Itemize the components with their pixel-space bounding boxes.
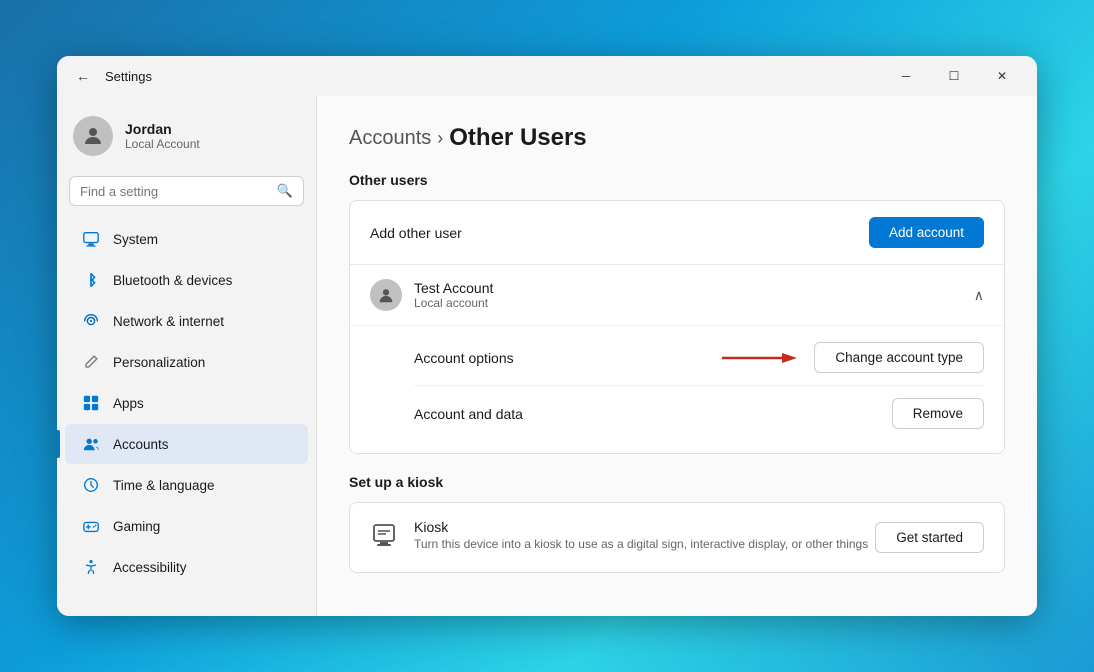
network-icon bbox=[81, 311, 101, 331]
kiosk-card: Kiosk Turn this device into a kiosk to u… bbox=[349, 502, 1005, 573]
sidebar-item-time[interactable]: Time & language bbox=[65, 465, 308, 505]
sidebar-item-apps[interactable]: Apps bbox=[65, 383, 308, 423]
sidebar-item-label-personalization: Personalization bbox=[113, 355, 205, 370]
user-account-type: Local Account bbox=[125, 137, 200, 151]
window-title: Settings bbox=[105, 69, 152, 84]
sidebar-item-system[interactable]: System bbox=[65, 219, 308, 259]
sidebar-item-accounts[interactable]: Accounts bbox=[65, 424, 308, 464]
sidebar-item-personalization[interactable]: Personalization bbox=[65, 342, 308, 382]
kiosk-text: Kiosk Turn this device into a kiosk to u… bbox=[414, 519, 868, 551]
sidebar-item-label-apps: Apps bbox=[113, 396, 144, 411]
breadcrumb-accounts[interactable]: Accounts bbox=[349, 127, 431, 150]
title-bar: ← Settings ─ ☐ ✕ bbox=[57, 56, 1037, 96]
user-name: Jordan bbox=[125, 121, 200, 137]
account-name: Test Account bbox=[414, 280, 493, 296]
add-user-label: Add other user bbox=[370, 225, 462, 241]
kiosk-section: Set up a kiosk Kiosk Turn this device in… bbox=[349, 474, 1005, 573]
test-account-row: Test Account Local account ∧ Account opt… bbox=[350, 264, 1004, 453]
sidebar-item-label-gaming: Gaming bbox=[113, 519, 160, 534]
sidebar-item-label-system: System bbox=[113, 232, 158, 247]
sidebar-item-label-network: Network & internet bbox=[113, 314, 224, 329]
gaming-icon bbox=[81, 516, 101, 536]
sidebar-item-label-accounts: Accounts bbox=[113, 437, 169, 452]
back-button[interactable]: ← bbox=[69, 62, 97, 90]
account-header[interactable]: Test Account Local account ∧ bbox=[350, 265, 1004, 325]
bluetooth-icon bbox=[81, 270, 101, 290]
add-user-row: Add other user Add account bbox=[350, 201, 1004, 264]
kiosk-title: Kiosk bbox=[414, 519, 868, 535]
account-data-row: Account and data Remove bbox=[414, 386, 984, 441]
accounts-icon bbox=[81, 434, 101, 454]
user-profile: Jordan Local Account bbox=[57, 104, 316, 172]
maximize-button[interactable]: ☐ bbox=[931, 60, 977, 92]
sidebar-item-network[interactable]: Network & internet bbox=[65, 301, 308, 341]
user-info: Jordan Local Account bbox=[125, 121, 200, 151]
account-data-label: Account and data bbox=[414, 406, 523, 422]
sidebar-item-accessibility[interactable]: Accessibility bbox=[65, 547, 308, 587]
main-content: Accounts › Other Users Other users Add o… bbox=[317, 96, 1037, 616]
remove-button[interactable]: Remove bbox=[892, 398, 984, 429]
sidebar-item-label-bluetooth: Bluetooth & devices bbox=[113, 273, 232, 288]
settings-window: ← Settings ─ ☐ ✕ Jordan Local Account bbox=[57, 56, 1037, 616]
sidebar-item-label-accessibility: Accessibility bbox=[113, 560, 187, 575]
title-bar-controls: ─ ☐ ✕ bbox=[883, 60, 1025, 92]
kiosk-card-inner: Kiosk Turn this device into a kiosk to u… bbox=[350, 503, 1004, 572]
change-account-type-button[interactable]: Change account type bbox=[814, 342, 984, 373]
sidebar-nav: System Bluetooth & devices Network & int… bbox=[57, 218, 316, 588]
add-account-button[interactable]: Add account bbox=[869, 217, 984, 248]
personalization-icon bbox=[81, 352, 101, 372]
search-box: 🔍 bbox=[69, 176, 304, 206]
system-icon bbox=[81, 229, 101, 249]
time-icon bbox=[81, 475, 101, 495]
red-arrow-icon bbox=[722, 348, 802, 368]
kiosk-left: Kiosk Turn this device into a kiosk to u… bbox=[370, 519, 868, 556]
search-icon: 🔍 bbox=[277, 183, 293, 199]
get-started-button[interactable]: Get started bbox=[875, 522, 984, 553]
account-info: Test Account Local account bbox=[414, 280, 493, 310]
kiosk-description: Turn this device into a kiosk to use as … bbox=[414, 537, 868, 551]
account-avatar bbox=[370, 279, 402, 311]
content-area: Jordan Local Account 🔍 System bbox=[57, 96, 1037, 616]
minimize-button[interactable]: ─ bbox=[883, 60, 929, 92]
avatar bbox=[73, 116, 113, 156]
breadcrumb-current: Other Users bbox=[449, 124, 586, 152]
search-input[interactable] bbox=[80, 184, 269, 199]
account-options-label: Account options bbox=[414, 350, 514, 366]
other-users-section-title: Other users bbox=[349, 172, 1005, 188]
breadcrumb: Accounts › Other Users bbox=[349, 124, 1005, 152]
kiosk-icon bbox=[370, 521, 398, 556]
account-details: Account options Change account type bbox=[350, 325, 1004, 453]
arrow-container: Change account type bbox=[722, 342, 984, 373]
sidebar-item-bluetooth[interactable]: Bluetooth & devices bbox=[65, 260, 308, 300]
close-button[interactable]: ✕ bbox=[979, 60, 1025, 92]
breadcrumb-chevron: › bbox=[437, 128, 443, 149]
accessibility-icon bbox=[81, 557, 101, 577]
account-header-left: Test Account Local account bbox=[370, 279, 493, 311]
account-local-type: Local account bbox=[414, 296, 493, 310]
kiosk-section-title: Set up a kiosk bbox=[349, 474, 1005, 490]
sidebar-item-label-time: Time & language bbox=[113, 478, 215, 493]
title-bar-left: ← Settings bbox=[69, 62, 152, 90]
other-users-card: Add other user Add account Test Account … bbox=[349, 200, 1005, 454]
account-options-row: Account options Change account type bbox=[414, 330, 984, 386]
chevron-up-icon: ∧ bbox=[974, 287, 984, 304]
apps-icon bbox=[81, 393, 101, 413]
sidebar-item-gaming[interactable]: Gaming bbox=[65, 506, 308, 546]
sidebar: Jordan Local Account 🔍 System bbox=[57, 96, 317, 616]
